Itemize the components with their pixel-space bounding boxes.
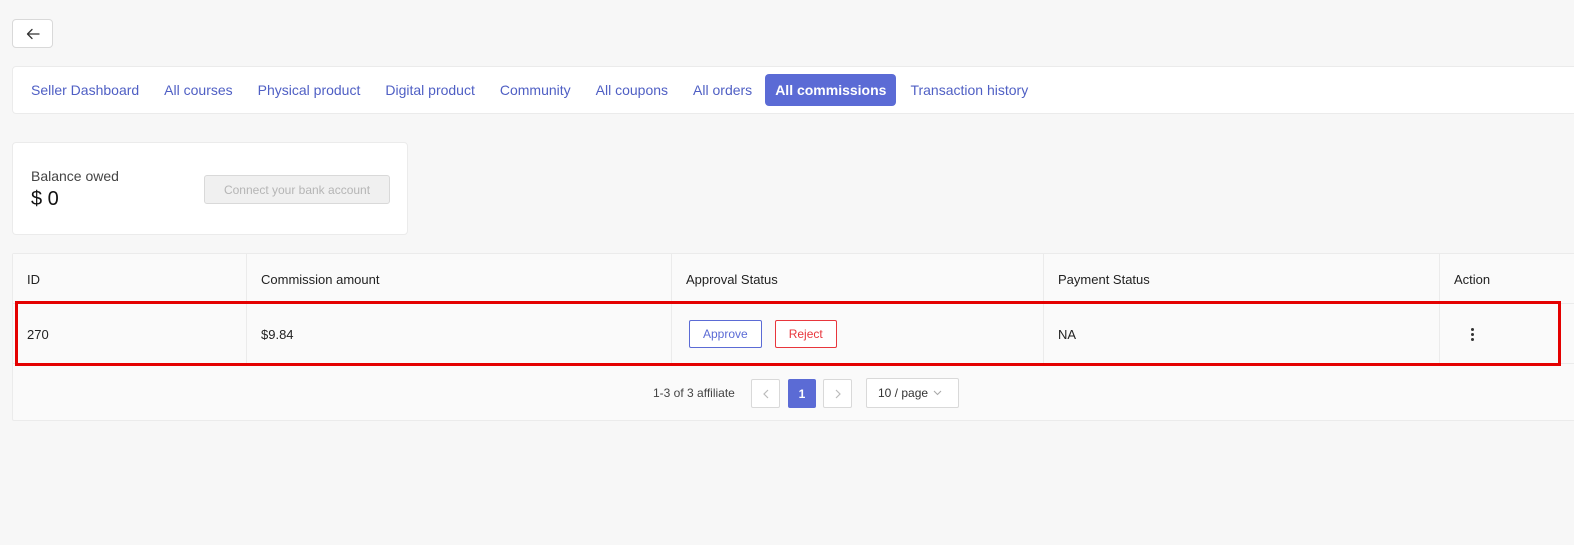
- balance-value: $ 0: [31, 188, 59, 210]
- tab-community[interactable]: Community: [488, 74, 582, 106]
- reject-button[interactable]: Reject: [774, 320, 837, 348]
- cell-action: [1440, 304, 1574, 364]
- previous-page-button[interactable]: [751, 379, 780, 408]
- balance-label: Balance owed: [31, 168, 119, 184]
- column-header-payment-status: Payment Status: [1044, 254, 1440, 304]
- tab-transaction-history[interactable]: Transaction history: [898, 74, 1039, 106]
- table-header: ID Commission amount Approval Status Pay…: [13, 254, 1574, 304]
- approve-button[interactable]: Approve: [689, 320, 762, 348]
- next-page-button[interactable]: [823, 379, 852, 408]
- cell-commission-amount: $9.84: [247, 304, 672, 364]
- connect-bank-account-button[interactable]: Connect your bank account: [204, 175, 390, 204]
- page-size-value: 10 / page: [878, 386, 929, 400]
- column-header-approval-status: Approval Status: [672, 254, 1044, 304]
- page-size-select[interactable]: 10 / page: [866, 378, 959, 408]
- chevron-right-icon: [835, 389, 841, 398]
- column-header-commission-amount: Commission amount: [247, 254, 672, 304]
- balance-card: Balance owed $ 0 Connect your bank accou…: [12, 142, 408, 235]
- more-vertical-icon[interactable]: [1467, 326, 1478, 343]
- seller-nav-tabs: Seller Dashboard All courses Physical pr…: [12, 66, 1574, 114]
- tab-digital-product[interactable]: Digital product: [373, 74, 486, 106]
- tab-all-orders[interactable]: All orders: [681, 74, 763, 106]
- cell-payment-status: NA: [1044, 304, 1440, 364]
- tab-all-courses[interactable]: All courses: [152, 74, 243, 106]
- cell-id: 270: [13, 304, 247, 364]
- column-header-action: Action: [1454, 271, 1491, 287]
- page-1-button[interactable]: 1: [788, 379, 816, 408]
- tab-all-coupons[interactable]: All coupons: [584, 74, 679, 106]
- back-button[interactable]: [12, 19, 53, 48]
- chevron-left-icon: [762, 389, 768, 398]
- cell-approval-status: Approve Reject: [672, 304, 1044, 364]
- column-header-id: ID: [13, 254, 247, 304]
- pagination: 1-3 of 3 affiliate 1 10 / page: [13, 378, 1574, 408]
- tab-seller-dashboard[interactable]: Seller Dashboard: [19, 74, 150, 106]
- tab-physical-product[interactable]: Physical product: [246, 74, 372, 106]
- tab-all-commissions[interactable]: All commissions: [765, 74, 897, 106]
- arrow-left-icon: [26, 28, 40, 39]
- commissions-table: ID Commission amount Approval Status Pay…: [12, 253, 1574, 421]
- pagination-total: 1-3 of 3 affiliate: [653, 386, 735, 400]
- chevron-down-icon: [933, 390, 942, 396]
- table-row: 270 $9.84 Approve Reject NA: [13, 304, 1574, 364]
